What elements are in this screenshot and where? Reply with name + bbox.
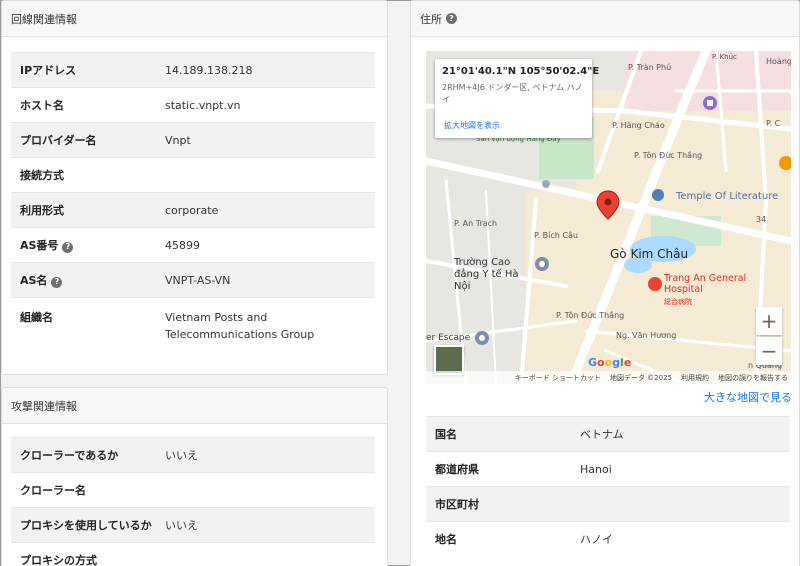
row-value: ハノイ: [571, 521, 790, 557]
address-header: 住所?: [411, 1, 799, 37]
line-info-table: IPアドレス 14.189.138.218 ホスト名 static.vnpt.vn …: [11, 52, 375, 360]
map-label: P. An Trạch: [454, 219, 498, 228]
map-label: P. Tôn Đức Thắng: [556, 311, 625, 320]
row-key: プロバイダー名: [11, 122, 156, 158]
help-icon[interactable]: ?: [51, 276, 63, 288]
row-value: [571, 486, 790, 522]
row-key: IPアドレス: [11, 52, 156, 88]
row-key: 地名: [426, 521, 571, 557]
google-logo: Google: [588, 356, 632, 369]
table-row: 国名 ベトナム: [426, 416, 790, 452]
address-table: 国名 ベトナム 都道府県 Hanoi 市区町村 地名 ハノイ: [426, 416, 790, 557]
map-attribution: キーボード ショートカット 地図データ ©2025 利用規約 地図の誤りを報告す…: [426, 371, 791, 384]
row-key: クローラー名: [11, 472, 156, 508]
map-label: Trang An General Hospital: [664, 273, 747, 295]
table-row: 市区町村: [426, 486, 790, 522]
row-key: 国名: [426, 416, 571, 452]
table-row: 接続方式: [11, 157, 375, 193]
row-value: ベトナム: [571, 416, 790, 452]
row-key: 利用形式: [11, 192, 156, 228]
bigger-map-link[interactable]: 大きな地図で見る: [704, 389, 792, 405]
row-key-label: AS名: [20, 274, 48, 287]
map-label: Hoàng Diệu: [766, 57, 791, 66]
row-value: static.vnpt.vn: [156, 87, 375, 123]
map-plus-code: 2RHM+4J6 ドンダー区, ベトナム ハノイ: [442, 83, 583, 104]
zoom-out-button[interactable]: −: [756, 337, 782, 365]
table-row: プロキシの方式: [11, 542, 375, 566]
row-key: ホスト名: [11, 87, 156, 123]
row-key: AS番号?: [11, 227, 156, 263]
row-key: クローラーであるか: [11, 437, 156, 473]
row-key: プロキシの方式: [11, 542, 156, 566]
terms-link[interactable]: 利用規約: [681, 373, 709, 383]
map-coordinates: 21°01'40.1"N 105°50'02.4"E: [442, 66, 600, 77]
row-value-text: Vietnam Posts and Telecommunications Gro…: [165, 311, 315, 341]
help-icon[interactable]: ?: [62, 241, 74, 253]
table-row: 都道府県 Hanoi: [426, 451, 790, 487]
table-row: 利用形式 corporate: [11, 192, 375, 228]
line-info-title: 回線関連情報: [11, 12, 77, 26]
keyboard-shortcuts-link[interactable]: キーボード ショートカット: [515, 373, 601, 383]
map-label: Gò Kim Châu: [610, 247, 689, 261]
row-value: いいえ: [156, 437, 375, 473]
map-label: Trường Cao đẳng Y tế Hà Nội: [454, 257, 519, 292]
row-key-label: AS番号: [20, 239, 59, 252]
address-title: 住所: [420, 12, 442, 26]
line-info-header: 回線関連情報: [2, 1, 387, 37]
row-value: [156, 472, 375, 508]
map-label: P. Tràn Phú: [628, 63, 672, 72]
line-info-card: 回線関連情報 IPアドレス 14.189.138.218 ホスト名 static.v…: [1, 0, 388, 375]
attack-info-card: 攻撃関連情報 クローラーであるか いいえ クローラー名 プロキシを使用しているかい…: [1, 387, 388, 566]
row-value: [156, 542, 375, 566]
table-row: ホスト名 static.vnpt.vn: [11, 87, 375, 123]
row-value: Vnpt: [156, 122, 375, 158]
table-row: プロバイダー名 Vnpt: [11, 122, 375, 158]
attack-info-header: 攻撃関連情報: [2, 388, 387, 424]
row-key: 都道府県: [426, 451, 571, 487]
attack-info-table: クローラーであるか いいえ クローラー名 プロキシを使用しているか いいえ プロキシ…: [11, 437, 375, 566]
map-label: P. Hàng Cháo: [612, 121, 665, 130]
map-label: P. C: [766, 119, 781, 128]
table-row: クローラー名: [11, 472, 375, 508]
map-label: P. Khúc: [712, 53, 737, 61]
row-value: いいえ: [156, 507, 375, 543]
row-key: プロキシを使用しているか: [11, 507, 156, 543]
table-row: プロキシを使用しているか いいえ: [11, 507, 375, 543]
row-value: Hanoi: [571, 451, 790, 487]
zoom-in-button[interactable]: +: [756, 307, 782, 335]
row-key: 組織名: [11, 297, 156, 360]
table-row: AS番号? 45899: [11, 227, 375, 263]
table-row: IPアドレス 14.189.138.218: [11, 52, 375, 88]
help-icon[interactable]: ?: [446, 13, 457, 24]
row-key: 市区町村: [426, 486, 571, 522]
map-label: Ng. Văn Hương: [616, 331, 677, 340]
row-value: corporate: [156, 192, 375, 228]
row-value: [156, 157, 375, 193]
map-label: P. Tôn Đức Thắng: [634, 151, 703, 160]
row-value: 45899: [156, 227, 375, 263]
report-error-link[interactable]: 地図の誤りを報告する: [718, 373, 788, 383]
map-info-popup: 21°01'40.1"N 105°50'02.4"E 2RHM+4J6 ドンダー…: [435, 59, 600, 138]
table-row: 組織名 Vietnam Posts and Telecommunications …: [11, 297, 375, 360]
expand-map-link[interactable]: 拡大地図を表示: [444, 120, 500, 131]
map-label: 総合病院: [664, 298, 692, 306]
row-key: 接続方式: [11, 157, 156, 193]
map-label: Temple Of Literature: [676, 191, 779, 202]
map-data-text: 地図データ ©2025: [609, 373, 672, 382]
map-label: 34: [756, 215, 767, 224]
table-row: AS名? VNPT-AS-VN: [11, 262, 375, 298]
row-value: VNPT-AS-VN: [156, 262, 375, 298]
map-view[interactable]: P. Tràn Phú P. Khúc Hoàng Diệu P. C P. H…: [426, 51, 791, 384]
attack-info-title: 攻撃関連情報: [11, 399, 77, 413]
map-label: er Escape: [426, 333, 471, 343]
row-value: 14.189.138.218: [156, 52, 375, 88]
row-key: AS名?: [11, 262, 156, 298]
map-label: P. Bích Câu: [534, 231, 578, 240]
row-value: Vietnam Posts and Telecommunications Gro…: [156, 297, 375, 360]
table-row: クローラーであるか いいえ: [11, 437, 375, 473]
table-row: 地名 ハノイ: [426, 521, 790, 557]
